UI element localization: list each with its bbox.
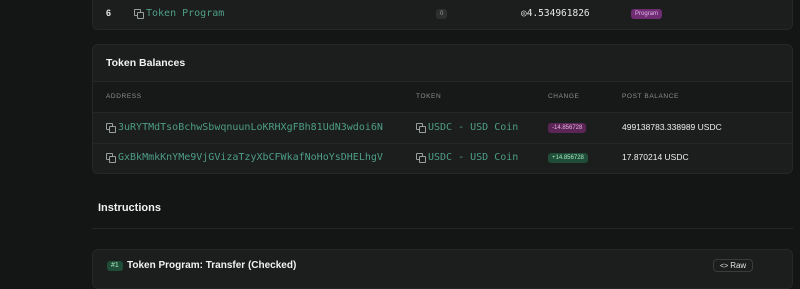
instruction-name: Token Program: Transfer (Checked) xyxy=(127,260,297,271)
address-link[interactable]: 3uRYTMdTsoBchwSbwqnuunLoKRHXgFBh81UdN3wd… xyxy=(106,122,383,133)
copy-icon[interactable] xyxy=(416,153,426,163)
accounts-table-card: 6 Token Program 0 ◎4.534961826 Program xyxy=(92,0,793,30)
copy-icon[interactable] xyxy=(416,123,426,133)
token-link[interactable]: USDC - USD Coin xyxy=(416,122,518,133)
column-header-change: CHANGE xyxy=(548,93,580,100)
count-badge: 0 xyxy=(436,9,448,19)
copy-icon[interactable] xyxy=(134,9,144,19)
account-link[interactable]: Token Program xyxy=(134,8,224,19)
copy-icon[interactable] xyxy=(106,153,116,163)
token-text[interactable]: USDC - USD Coin xyxy=(428,152,518,163)
raw-button-label[interactable]: Raw xyxy=(730,261,746,270)
column-header-post-balance: POST BALANCE xyxy=(622,93,679,100)
token-balances-title: Token Balances xyxy=(106,57,186,69)
column-header-token: TOKEN xyxy=(416,93,442,100)
account-balance: ◎4.534961826 xyxy=(521,8,590,19)
table-header: ADDRESS TOKEN CHANGE POST BALANCE xyxy=(93,81,792,113)
post-balance: 17.870214 USDC xyxy=(622,152,689,162)
account-index: 6 xyxy=(106,8,112,18)
address-text[interactable]: 3uRYTMdTsoBchwSbwqnuunLoKRHXgFBh81UdN3wd… xyxy=(118,122,383,133)
change-badge-negative: -14.856728 xyxy=(548,123,587,133)
program-badge: Program xyxy=(631,9,663,19)
token-link[interactable]: USDC - USD Coin xyxy=(416,152,518,163)
token-text[interactable]: USDC - USD Coin xyxy=(428,122,518,133)
instruction-card: #1 Token Program: Transfer (Checked) <> R… xyxy=(92,249,793,289)
address-text[interactable]: GxBkMmkKnYMe9VjGVizaTzyXbCFWkafNoHoYsDHE… xyxy=(118,152,383,163)
raw-button[interactable]: <> Raw xyxy=(713,259,754,272)
section-divider xyxy=(92,228,793,229)
table-row: GxBkMmkKnYMe9VjGVizaTzyXbCFWkafNoHoYsDHE… xyxy=(93,144,792,174)
column-header-address: ADDRESS xyxy=(106,93,142,100)
account-name[interactable]: Token Program xyxy=(146,8,224,19)
address-link[interactable]: GxBkMmkKnYMe9VjGVizaTzyXbCFWkafNoHoYsDHE… xyxy=(106,152,383,163)
instructions-title: Instructions xyxy=(98,202,161,214)
token-balances-card: Token Balances ADDRESS TOKEN CHANGE POST… xyxy=(92,44,793,174)
instruction-number-badge: #1 xyxy=(107,261,123,271)
copy-icon[interactable] xyxy=(106,123,116,133)
table-row: 3uRYTMdTsoBchwSbwqnuunLoKRHXgFBh81UdN3wd… xyxy=(93,112,792,143)
post-balance: 499138783.338989 USDC xyxy=(622,122,722,132)
change-badge-positive: +14.856728 xyxy=(548,153,588,163)
